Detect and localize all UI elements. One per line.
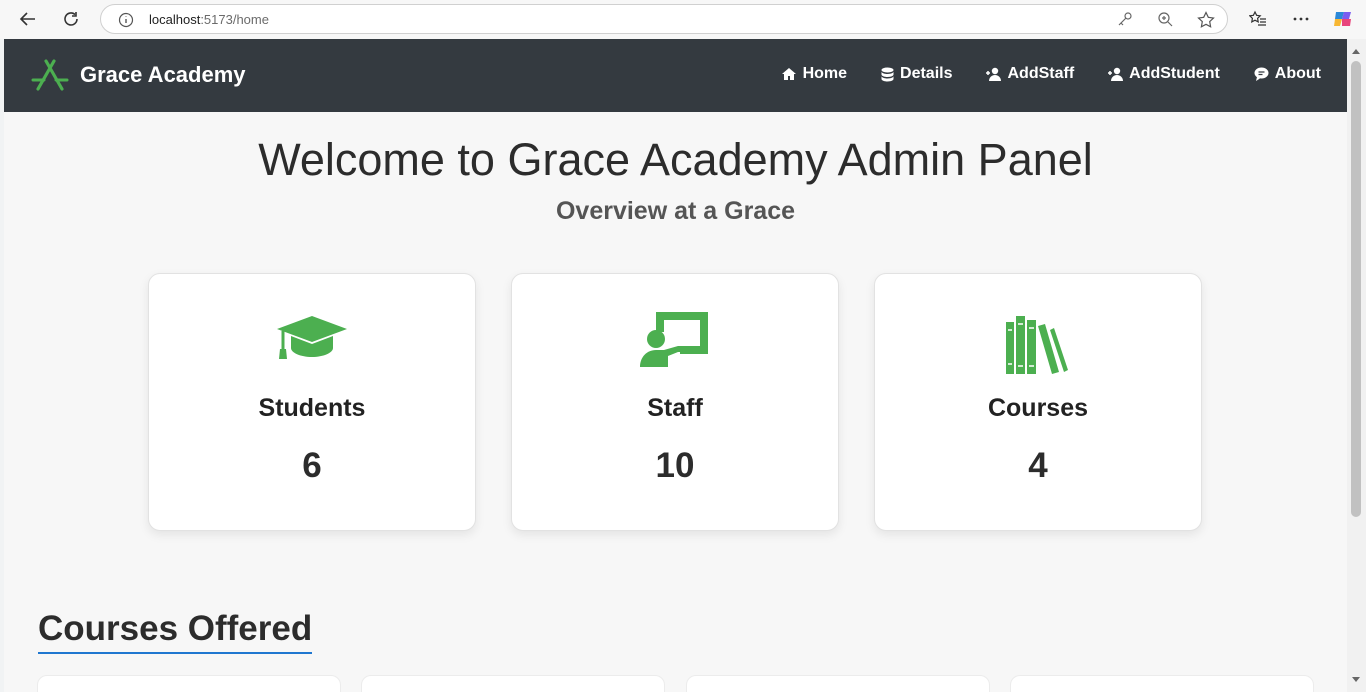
key-icon[interactable] (1117, 11, 1133, 27)
stat-card-staff[interactable]: Staff 10 (511, 273, 839, 531)
page-title: Welcome to Grace Academy Admin Panel (258, 134, 1093, 185)
books-icon (1006, 316, 1068, 374)
user-plus-icon (986, 67, 1002, 81)
brand[interactable]: Grace Academy (31, 59, 246, 91)
navbar: Grace Academy Home Details AddStaff AddS… (4, 39, 1347, 112)
nav-about-label: About (1274, 65, 1321, 82)
course-card[interactable] (361, 675, 665, 692)
nav-addstaff-label: AddStaff (1007, 65, 1075, 82)
nav-home[interactable]: Home (781, 65, 847, 83)
nav-addstudent-label: AddStudent (1129, 65, 1220, 82)
courses-section-title: Courses Offered (38, 607, 313, 654)
nav-details-label: Details (900, 65, 953, 82)
browser-toolbar: localhost:5173/home (0, 0, 1366, 39)
home-icon (781, 68, 796, 80)
site-info-icon[interactable] (118, 12, 134, 28)
reload-button[interactable] (57, 6, 85, 32)
stat-card-courses[interactable]: Courses 4 (874, 273, 1202, 531)
brand-logo-icon (31, 59, 69, 91)
scroll-up-arrow-icon[interactable] (1352, 49, 1360, 54)
reload-icon (64, 12, 78, 26)
course-card[interactable] (686, 675, 990, 692)
stat-label: Staff (647, 394, 703, 422)
page-subtitle: Overview at a Grace (555, 197, 796, 225)
copilot-icon (1334, 12, 1351, 26)
stat-value: 6 (302, 446, 322, 485)
more-menu-button[interactable] (1287, 6, 1315, 32)
stat-label: Students (258, 394, 366, 422)
user-plus-icon (1108, 67, 1124, 81)
graduation-cap-icon (277, 316, 347, 359)
ellipsis-icon (1293, 17, 1309, 21)
brand-name: Grace Academy (80, 62, 246, 87)
address-bar[interactable]: localhost:5173/home (100, 4, 1228, 34)
nav-details[interactable]: Details (881, 65, 952, 83)
scroll-down-arrow-icon[interactable] (1352, 677, 1360, 682)
favorite-star-icon[interactable] (1197, 11, 1215, 29)
page-scrollbar[interactable] (1347, 39, 1366, 692)
stat-value: 10 (655, 446, 695, 485)
main-nav: Home Details AddStaff AddStudent About (781, 65, 1321, 83)
scrollbar-thumb[interactable] (1351, 61, 1361, 517)
page-viewport: Grace Academy Home Details AddStaff AddS… (4, 39, 1347, 692)
database-icon (881, 67, 894, 81)
back-button[interactable] (14, 6, 42, 32)
chalkboard-teacher-icon (640, 312, 708, 367)
stat-label: Courses (987, 394, 1089, 422)
stat-card-students[interactable]: Students 6 (148, 273, 476, 531)
stat-value: 4 (1028, 446, 1048, 485)
nav-home-label: Home (802, 65, 848, 82)
zoom-icon[interactable] (1157, 11, 1173, 27)
favorites-list-icon (1249, 10, 1266, 26)
url-text: localhost:5173/home (149, 12, 269, 27)
nav-addstudent[interactable]: AddStudent (1108, 65, 1220, 83)
copilot-button[interactable] (1329, 6, 1357, 32)
comment-icon (1254, 67, 1269, 81)
nav-addstaff[interactable]: AddStaff (986, 65, 1074, 83)
favorites-button[interactable] (1244, 6, 1272, 32)
course-card[interactable] (1010, 675, 1314, 692)
course-card[interactable] (37, 675, 341, 692)
nav-about[interactable]: About (1254, 65, 1321, 83)
back-arrow-icon (19, 12, 35, 26)
